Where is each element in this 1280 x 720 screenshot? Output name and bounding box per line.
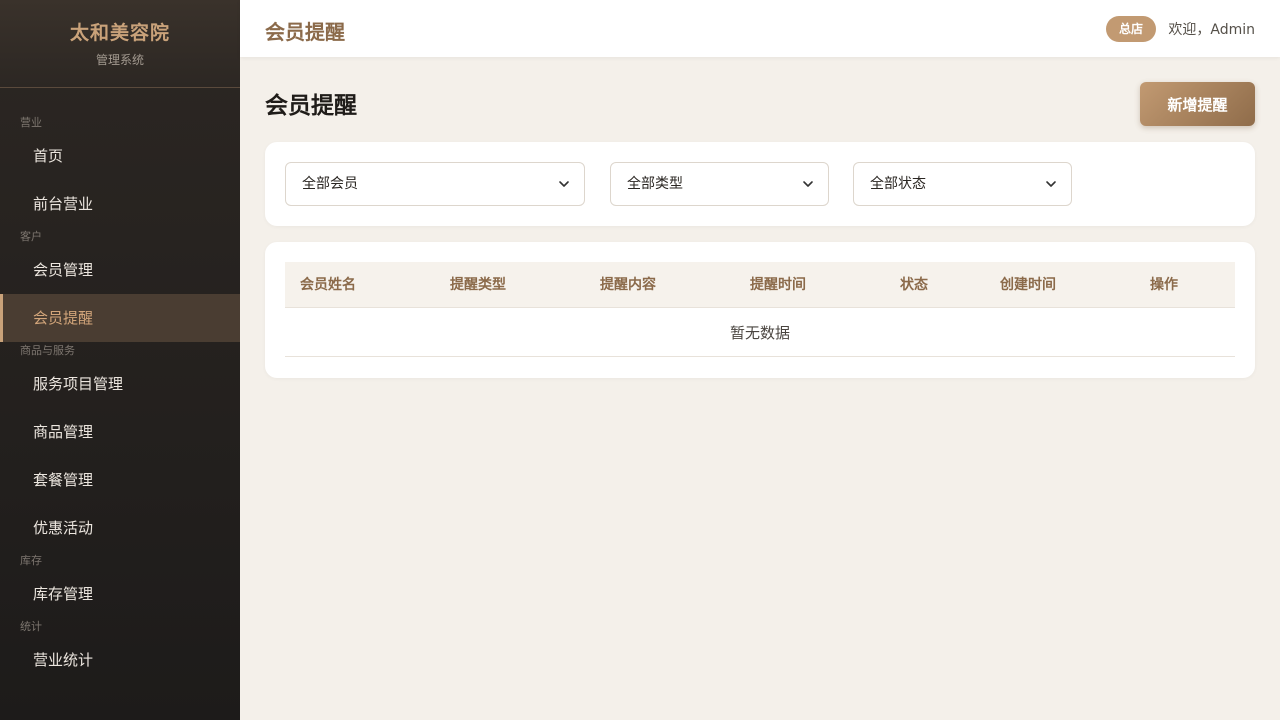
sidebar-item-products[interactable]: 商品管理 [0, 408, 240, 456]
type-select[interactable]: 全部类型 [610, 162, 829, 206]
member-select-value: 全部会员 [302, 176, 358, 192]
sidebar-item-services[interactable]: 服务项目管理 [0, 360, 240, 408]
reminders-table: 会员姓名 提醒类型 提醒内容 提醒时间 状态 创建时间 操作 暂无数据 [265, 242, 1255, 378]
nav-group-label: 商品与服务 [20, 344, 75, 357]
nav-group-label: 营业 [20, 116, 42, 129]
chevron-down-icon [803, 181, 813, 187]
sidebar-item-promotions[interactable]: 优惠活动 [0, 504, 240, 552]
sidebar-item-members[interactable]: 会员管理 [0, 246, 240, 294]
sidebar-item-inventory[interactable]: 库存管理 [0, 570, 240, 618]
add-reminder-button[interactable]: 新增提醒 [1140, 82, 1255, 126]
brand-subtitle: 管理系统 [95, 53, 144, 67]
sidebar-item-front-desk[interactable]: 前台营业 [0, 180, 240, 228]
sidebar-item-statistics[interactable]: 营业统计 [0, 636, 240, 684]
type-select-value: 全部类型 [627, 176, 683, 192]
chevron-down-icon [1046, 181, 1056, 187]
status-select[interactable]: 全部状态 [853, 162, 1072, 206]
nav-group-label: 库存 [20, 554, 42, 567]
nav-group-label: 客户 [20, 230, 42, 243]
sidebar-item-home[interactable]: 首页 [0, 132, 240, 180]
sidebar: 太和美容院 管理系统 营业 首页 前台营业 客户 会员管理 会员提醒 商品与服务… [0, 0, 240, 720]
table-header: 会员姓名 提醒类型 提醒内容 提醒时间 状态 创建时间 操作 [285, 262, 1235, 308]
brand: 太和美容院 管理系统 [0, 0, 240, 88]
column-reminder-content: 提醒内容 [600, 277, 656, 293]
chevron-down-icon [559, 181, 569, 187]
brand-name: 太和美容院 [69, 22, 170, 44]
sidebar-nav: 营业 首页 前台营业 客户 会员管理 会员提醒 商品与服务 服务项目管理 商品管… [0, 88, 240, 684]
column-actions: 操作 [1150, 277, 1178, 293]
column-member-name: 会员姓名 [300, 277, 356, 293]
store-badge[interactable]: 总店 [1106, 16, 1156, 42]
sidebar-item-member-reminders[interactable]: 会员提醒 [0, 294, 240, 342]
table-empty-row: 暂无数据 [285, 309, 1235, 357]
topbar-title: 会员提醒 [265, 20, 345, 44]
welcome-text: 欢迎，Admin [1168, 22, 1255, 38]
status-select-value: 全部状态 [870, 176, 926, 192]
column-created-time: 创建时间 [1000, 277, 1056, 293]
topbar: 会员提醒 总店 欢迎，Admin [240, 0, 1280, 57]
column-reminder-type: 提醒类型 [450, 277, 506, 293]
filter-card: 全部会员 全部类型 全部状态 [265, 142, 1255, 226]
column-reminder-time: 提醒时间 [750, 277, 806, 293]
column-status: 状态 [900, 277, 928, 293]
sidebar-item-packages[interactable]: 套餐管理 [0, 456, 240, 504]
page-title: 会员提醒 [265, 93, 357, 119]
member-select[interactable]: 全部会员 [285, 162, 585, 206]
nav-group-label: 统计 [20, 620, 42, 633]
